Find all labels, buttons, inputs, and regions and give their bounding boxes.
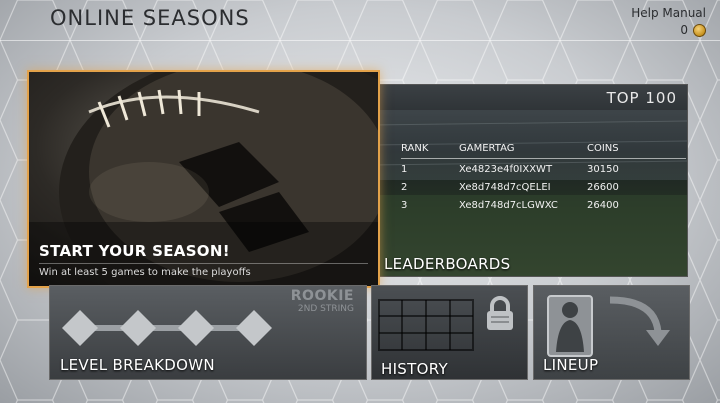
featured-title: START YOUR SEASON! bbox=[39, 242, 230, 260]
coins-cell: 30150 bbox=[587, 164, 619, 175]
start-season-tile[interactable]: START YOUR SEASON! Win at least 5 games … bbox=[27, 70, 380, 288]
help-manual-link[interactable]: Help Manual bbox=[631, 6, 706, 20]
level-diamond-1 bbox=[62, 310, 98, 346]
player-card-icon bbox=[547, 295, 670, 357]
gamertag-cell: Xe8d748d7cQELEI bbox=[459, 182, 551, 193]
col-rank: RANK bbox=[401, 143, 459, 159]
calendar-grid-icon bbox=[378, 299, 474, 351]
gamertag-cell: Xe8d748d7cLGWXC bbox=[459, 200, 558, 211]
rank-name: ROOKIE bbox=[290, 288, 354, 304]
col-gamertag: GAMERTAG bbox=[459, 143, 587, 159]
header-divider bbox=[0, 40, 720, 41]
rank-cell: 2 bbox=[401, 182, 408, 193]
rank-cell: 3 bbox=[401, 200, 408, 211]
level-diamond-3 bbox=[178, 310, 214, 346]
page-title: ONLINE SEASONS bbox=[50, 6, 250, 30]
progress-diamonds bbox=[62, 310, 272, 346]
level-diamond-4 bbox=[236, 310, 272, 346]
coins-cell: 26600 bbox=[587, 182, 619, 193]
table-row: 3 Xe8d748d7cLGWXC 26400 bbox=[401, 195, 686, 213]
coins-value: 0 bbox=[680, 23, 688, 37]
table-row: 2 Xe8d748d7cQELEI 26600 bbox=[401, 177, 686, 195]
featured-subtitle: Win at least 5 games to make the playoff… bbox=[39, 267, 251, 278]
level-breakdown-tile[interactable]: ROOKIE 2ND STRING LEVEL BREAKDOWN bbox=[49, 285, 367, 380]
table-row: 1 Xe4823e4f0IXXWT 30150 bbox=[401, 159, 686, 178]
coins-cell: 26400 bbox=[587, 200, 619, 211]
coin-icon bbox=[693, 23, 706, 37]
lineup-tile[interactable]: LINEUP bbox=[533, 285, 690, 380]
gamertag-cell: Xe4823e4f0IXXWT bbox=[459, 164, 553, 175]
lock-icon bbox=[487, 296, 513, 330]
leaderboard-header-row: RANK GAMERTAG COINS bbox=[401, 143, 686, 159]
rank-cell: 1 bbox=[401, 164, 408, 175]
featured-divider bbox=[39, 263, 368, 264]
coins-balance: 0 bbox=[680, 23, 706, 37]
level-breakdown-label: LEVEL BREAKDOWN bbox=[60, 356, 215, 374]
history-label: HISTORY bbox=[381, 360, 448, 378]
history-tile[interactable]: HISTORY bbox=[371, 285, 528, 380]
level-diamond-2 bbox=[120, 310, 156, 346]
lineup-label: LINEUP bbox=[543, 356, 599, 374]
leaderboards-label: LEADERBOARDS bbox=[384, 255, 511, 273]
leaderboards-tile[interactable]: TOP 100 RANK GAMERTAG COINS 1 Xe4823e4f0… bbox=[375, 84, 688, 277]
leaderboard-table: RANK GAMERTAG COINS 1 Xe4823e4f0IXXWT 30… bbox=[401, 143, 686, 213]
top-100-title: TOP 100 bbox=[606, 89, 677, 107]
col-coins: COINS bbox=[587, 143, 686, 159]
